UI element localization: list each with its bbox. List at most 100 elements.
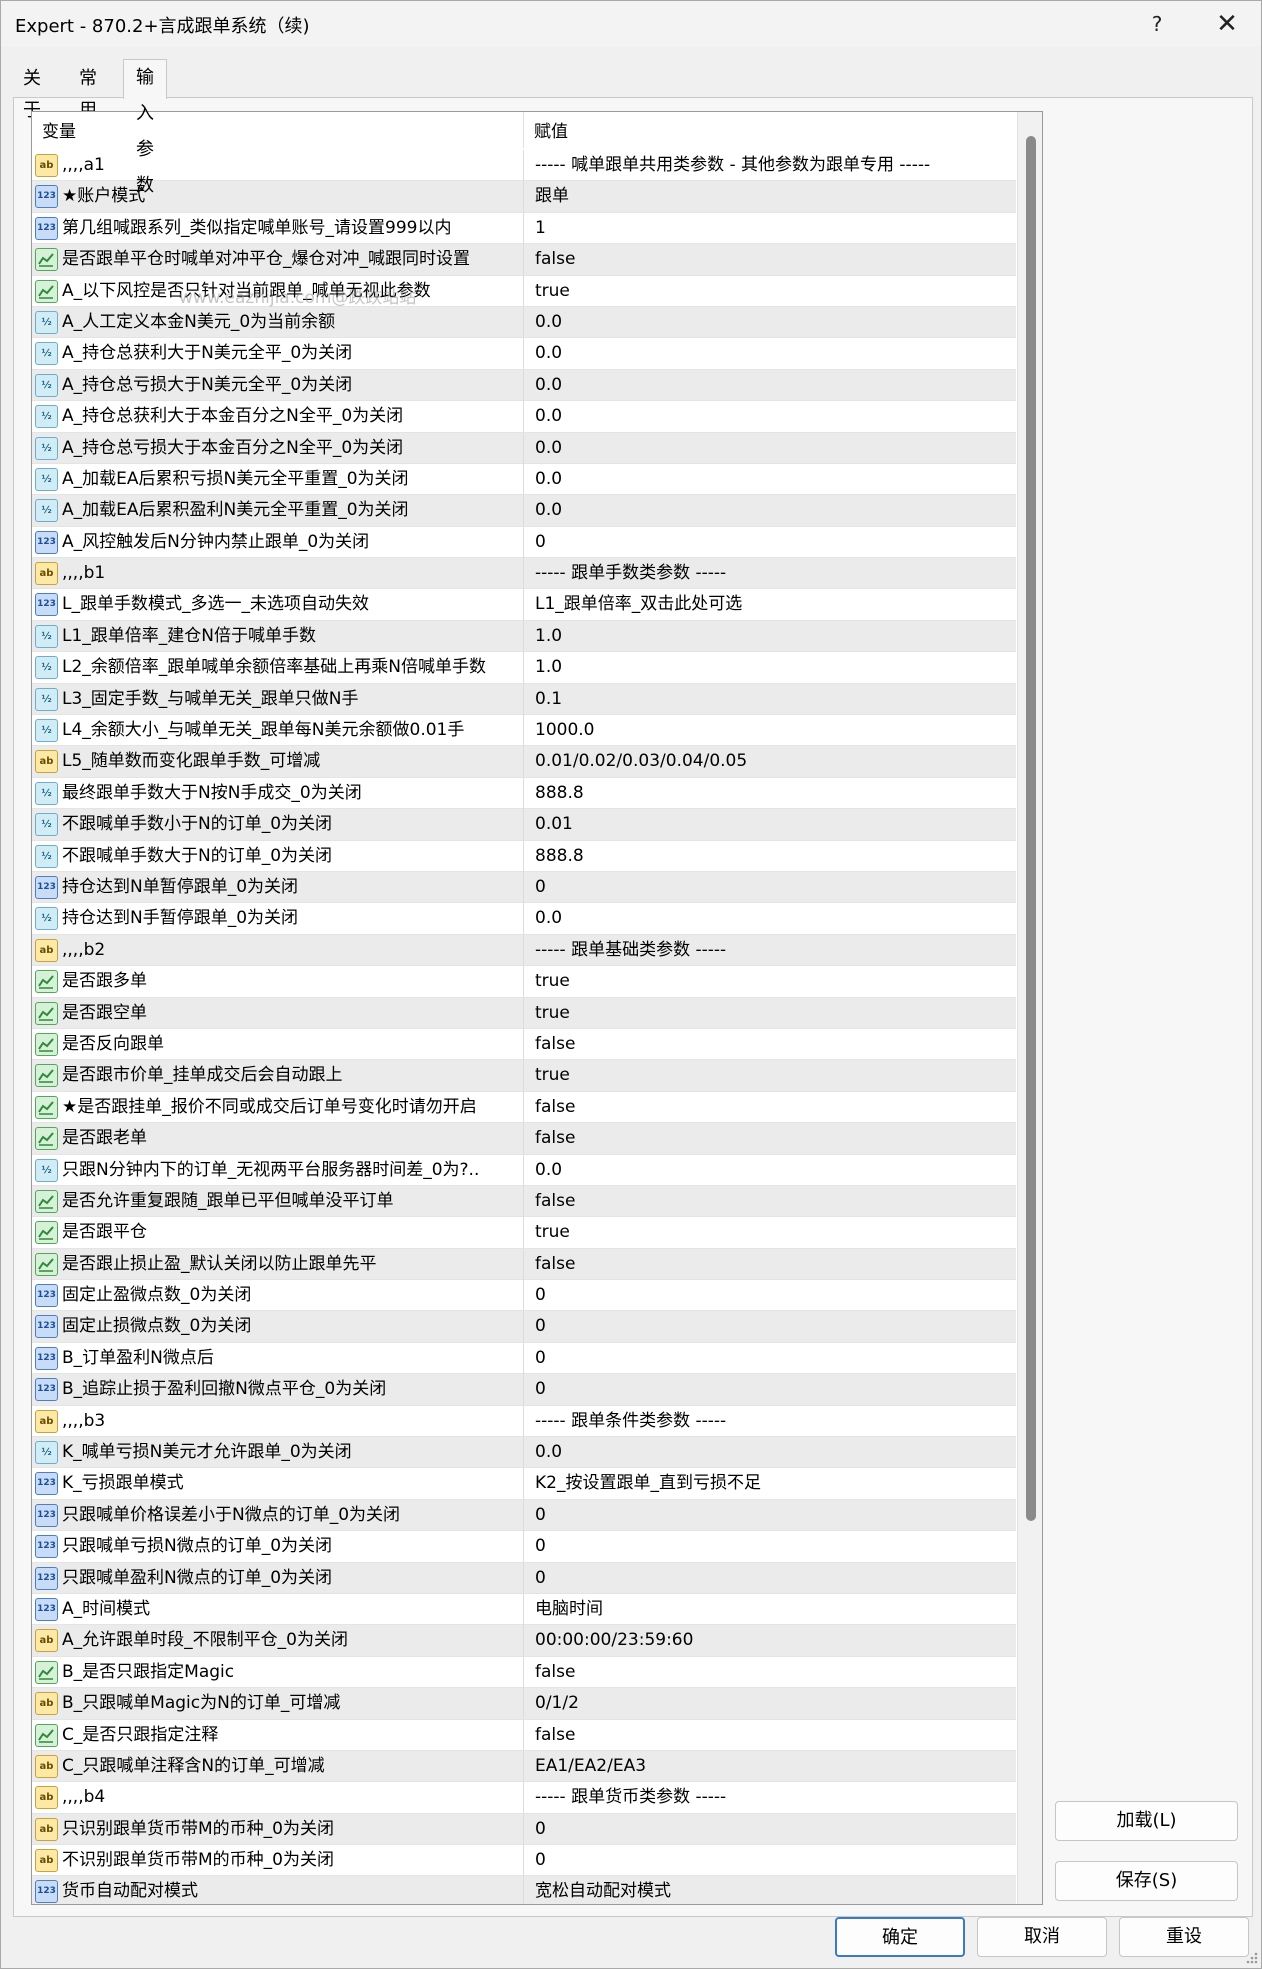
parameter-row[interactable]: 是否跟单平仓时喊单对冲平仓_爆仓对冲_喊跟同时设置 false — [32, 244, 1016, 276]
parameter-value-cell[interactable]: true — [529, 1060, 1015, 1091]
parameter-value-cell[interactable]: 跟单 — [529, 181, 1015, 212]
title-bar[interactable]: Expert - 870.2+言成跟单系统（续) ? ✕ — [1, 1, 1261, 47]
parameter-row[interactable]: ½ L2_余额倍率_跟单喊单余额倍率基础上再乘N倍喊单手数 1.0 — [32, 652, 1016, 684]
parameter-variable-cell[interactable]: 123 B_追踪止损于盈利回撤N微点平仓_0为关闭 — [32, 1374, 524, 1406]
parameter-variable-cell[interactable]: ab ,,,,b2 — [32, 934, 524, 966]
parameter-row[interactable]: ½ A_加载EA后累积盈利N美元全平重置_0为关闭 0.0 — [32, 495, 1016, 527]
parameter-variable-cell[interactable]: 123 固定止损微点数_0为关闭 — [32, 1311, 524, 1343]
parameter-variable-cell[interactable]: 是否跟老单 — [32, 1123, 524, 1155]
parameter-row[interactable]: ½ 不跟喊单手数大于N的订单_0为关闭 888.8 — [32, 840, 1016, 872]
parameter-row[interactable]: 是否跟空单 true — [32, 997, 1016, 1029]
parameter-variable-cell[interactable]: 123 固定止盈微点数_0为关闭 — [32, 1280, 524, 1312]
parameter-variable-cell[interactable]: ½ 不跟喊单手数小于N的订单_0为关闭 — [32, 809, 524, 841]
parameter-value-cell[interactable]: 0 — [529, 1531, 1015, 1562]
parameter-row[interactable]: 123 L_跟单手数模式_多选一_未选项自动失效 L1_跟单倍率_双击此处可选 — [32, 589, 1016, 621]
parameter-variable-cell[interactable]: 是否跟单平仓时喊单对冲平仓_爆仓对冲_喊跟同时设置 — [32, 244, 524, 276]
tab-common[interactable]: 常用 — [67, 63, 109, 121]
parameter-variable-cell[interactable]: 123 ★账户模式 — [32, 181, 524, 213]
parameter-value-cell[interactable]: 0.0 — [529, 464, 1015, 495]
parameter-value-cell[interactable]: false — [529, 244, 1015, 275]
parameter-row[interactable]: 123 B_追踪止损于盈利回撤N微点平仓_0为关闭 0 — [32, 1374, 1016, 1406]
parameter-row[interactable]: 123 只跟喊单盈利N微点的订单_0为关闭 0 — [32, 1562, 1016, 1594]
parameter-value-cell[interactable]: 00:00:00/23:59:60 — [529, 1625, 1015, 1656]
parameter-variable-cell[interactable]: 是否跟止损止盈_默认关闭以防止跟单先平 — [32, 1248, 524, 1280]
parameter-row[interactable]: ab 只识别跟单货币带M的币种_0为关闭 0 — [32, 1813, 1016, 1846]
parameter-row[interactable]: 123 只跟喊单亏损N微点的订单_0为关闭 0 — [32, 1531, 1016, 1563]
parameter-row[interactable]: ab ,,,,b2 ----- 跟单基础类参数 ----- — [32, 934, 1016, 967]
parameter-value-cell[interactable]: 宽松自动配对模式 — [529, 1876, 1015, 1904]
parameter-value-cell[interactable]: ----- 喊单跟单共用类参数 - 其他参数为跟单专用 ----- — [529, 150, 1015, 181]
parameter-variable-cell[interactable]: ½ L2_余额倍率_跟单喊单余额倍率基础上再乘N倍喊单手数 — [32, 652, 524, 684]
parameter-variable-cell[interactable]: ½ L1_跟单倍率_建仓N倍于喊单手数 — [32, 620, 524, 652]
parameter-row[interactable]: ½ A_持仓总获利大于N美元全平_0为关闭 0.0 — [32, 338, 1016, 370]
parameter-value-cell[interactable]: 0 — [529, 1311, 1015, 1342]
parameter-row[interactable]: 123 固定止损微点数_0为关闭 0 — [32, 1311, 1016, 1343]
parameter-row[interactable]: 是否反向跟单 false — [32, 1028, 1016, 1061]
parameter-value-cell[interactable]: 0 — [529, 1563, 1015, 1594]
parameter-value-cell[interactable]: 1 — [529, 213, 1015, 244]
parameter-row[interactable]: 是否跟止损止盈_默认关闭以防止跟单先平 false — [32, 1248, 1016, 1281]
parameter-row[interactable]: ½ A_加载EA后累积亏损N美元全平重置_0为关闭 0.0 — [32, 463, 1016, 496]
parameter-row[interactable]: C_是否只跟指定注释 false — [32, 1719, 1016, 1751]
parameter-variable-cell[interactable]: ab C_只跟喊单注释含N的订单_可增减 — [32, 1750, 524, 1782]
parameter-row[interactable]: ½ K_喊单亏损N美元才允许跟单_0为关闭 0.0 — [32, 1437, 1016, 1469]
vertical-scrollbar[interactable] — [1017, 112, 1042, 1904]
parameter-value-cell[interactable]: 1.0 — [529, 652, 1015, 683]
parameter-variable-cell[interactable]: 123 第几组喊跟系列_类似指定喊单账号_请设置999以内 — [32, 212, 524, 244]
parameter-variable-cell[interactable]: ½ A_加载EA后累积亏损N美元全平重置_0为关闭 — [32, 463, 524, 495]
parameter-value-cell[interactable]: false — [529, 1186, 1015, 1217]
parameter-row[interactable]: 123 K_亏损跟单模式 K2_按设置跟单_直到亏损不足 — [32, 1468, 1016, 1500]
parameter-variable-cell[interactable]: ab 不识别跟单货币带M的币种_0为关闭 — [32, 1845, 524, 1877]
parameter-row[interactable]: 123 A_风控触发后N分钟内禁止跟单_0为关闭 0 — [32, 526, 1016, 559]
parameter-value-cell[interactable]: 0 — [529, 1845, 1015, 1876]
parameter-value-cell[interactable]: 0.1 — [529, 684, 1015, 715]
parameter-value-cell[interactable]: true — [529, 276, 1015, 307]
parameter-variable-cell[interactable]: ½ 不跟喊单手数大于N的订单_0为关闭 — [32, 840, 524, 872]
resize-grip-icon[interactable] — [1245, 1951, 1259, 1965]
parameter-value-cell[interactable]: false — [529, 1249, 1015, 1280]
parameter-variable-cell[interactable]: 是否允许重复跟随_跟单已平但喊单没平订单 — [32, 1185, 524, 1217]
parameter-value-cell[interactable]: ----- 跟单条件类参数 ----- — [529, 1406, 1015, 1437]
parameter-value-cell[interactable]: 0.0 — [529, 307, 1015, 338]
parameter-row[interactable]: 123 A_时间模式 电脑时间 — [32, 1593, 1016, 1626]
tab-about[interactable]: 关于 — [11, 63, 53, 121]
parameter-value-cell[interactable]: 0.0 — [529, 903, 1015, 934]
parameter-value-cell[interactable]: true — [529, 1217, 1015, 1248]
parameter-row[interactable]: ½ 不跟喊单手数小于N的订单_0为关闭 0.01 — [32, 809, 1016, 841]
close-button[interactable]: ✕ — [1197, 7, 1257, 41]
parameter-row[interactable]: ½ 只跟N分钟内下的订单_无视两平台服务器时间差_0为?.. 0.0 — [32, 1154, 1016, 1186]
parameter-value-cell[interactable]: EA1/EA2/EA3 — [529, 1751, 1015, 1782]
column-header-value[interactable]: 赋值 — [524, 112, 1024, 148]
parameter-variable-cell[interactable]: ab 只识别跟单货币带M的币种_0为关闭 — [32, 1813, 524, 1845]
parameter-value-cell[interactable]: 0 — [529, 1814, 1015, 1845]
parameter-value-cell[interactable]: ----- 跟单基础类参数 ----- — [529, 935, 1015, 966]
parameter-variable-cell[interactable]: ★是否跟挂单_报价不同或成交后订单号变化时请勿开启 — [32, 1091, 524, 1123]
parameter-value-cell[interactable]: 0 — [529, 527, 1015, 558]
parameter-row[interactable]: ab ,,,,a1 ----- 喊单跟单共用类参数 - 其他参数为跟单专用 ----… — [32, 150, 1016, 182]
parameter-value-cell[interactable]: 0/1/2 — [529, 1688, 1015, 1719]
parameter-variable-cell[interactable]: 123 只跟喊单亏损N微点的订单_0为关闭 — [32, 1531, 524, 1563]
parameter-row[interactable]: 是否跟市价单_挂单成交后会自动跟上 true — [32, 1060, 1016, 1092]
parameter-row[interactable]: 是否允许重复跟随_跟单已平但喊单没平订单 false — [32, 1185, 1016, 1218]
parameter-value-cell[interactable]: 888.8 — [529, 778, 1015, 809]
parameter-variable-cell[interactable]: ½ L4_余额大小_与喊单无关_跟单每N美元余额做0.01手 — [32, 715, 524, 747]
help-button[interactable]: ? — [1127, 7, 1187, 41]
parameter-variable-cell[interactable]: B_是否只跟指定Magic — [32, 1656, 524, 1688]
parameter-variable-cell[interactable]: 123 A_风控触发后N分钟内禁止跟单_0为关闭 — [32, 526, 524, 558]
parameter-variable-cell[interactable]: ½ A_加载EA后累积盈利N美元全平重置_0为关闭 — [32, 495, 524, 527]
parameter-variable-cell[interactable]: ab ,,,,a1 — [32, 150, 524, 181]
parameter-row[interactable]: ½ A_人工定义本金N美元_0为当前余额 0.0 — [32, 306, 1016, 339]
parameter-variable-cell[interactable]: 是否跟多单 — [32, 966, 524, 998]
parameter-row[interactable]: ab 不识别跟单货币带M的币种_0为关闭 0 — [32, 1845, 1016, 1877]
parameter-value-cell[interactable]: 0.0 — [529, 370, 1015, 401]
parameter-variable-cell[interactable]: ½ A_持仓总获利大于N美元全平_0为关闭 — [32, 338, 524, 370]
scrollbar-thumb[interactable] — [1026, 136, 1036, 1521]
parameter-variable-cell[interactable]: 是否跟市价单_挂单成交后会自动跟上 — [32, 1060, 524, 1092]
parameter-row[interactable]: ab A_允许跟单时段_不限制平仓_0为关闭 00:00:00/23:59:60 — [32, 1625, 1016, 1657]
parameter-row[interactable]: ½ A_持仓总亏损大于本金百分之N全平_0为关闭 0.0 — [32, 432, 1016, 464]
parameter-variable-cell[interactable]: 123 只跟喊单盈利N微点的订单_0为关闭 — [32, 1562, 524, 1594]
parameter-value-cell[interactable]: L1_跟单倍率_双击此处可选 — [529, 589, 1015, 620]
parameter-value-cell[interactable]: 888.8 — [529, 841, 1015, 872]
parameter-row[interactable]: 是否跟多单 true — [32, 966, 1016, 998]
parameter-variable-cell[interactable]: ½ A_人工定义本金N美元_0为当前余额 — [32, 306, 524, 338]
